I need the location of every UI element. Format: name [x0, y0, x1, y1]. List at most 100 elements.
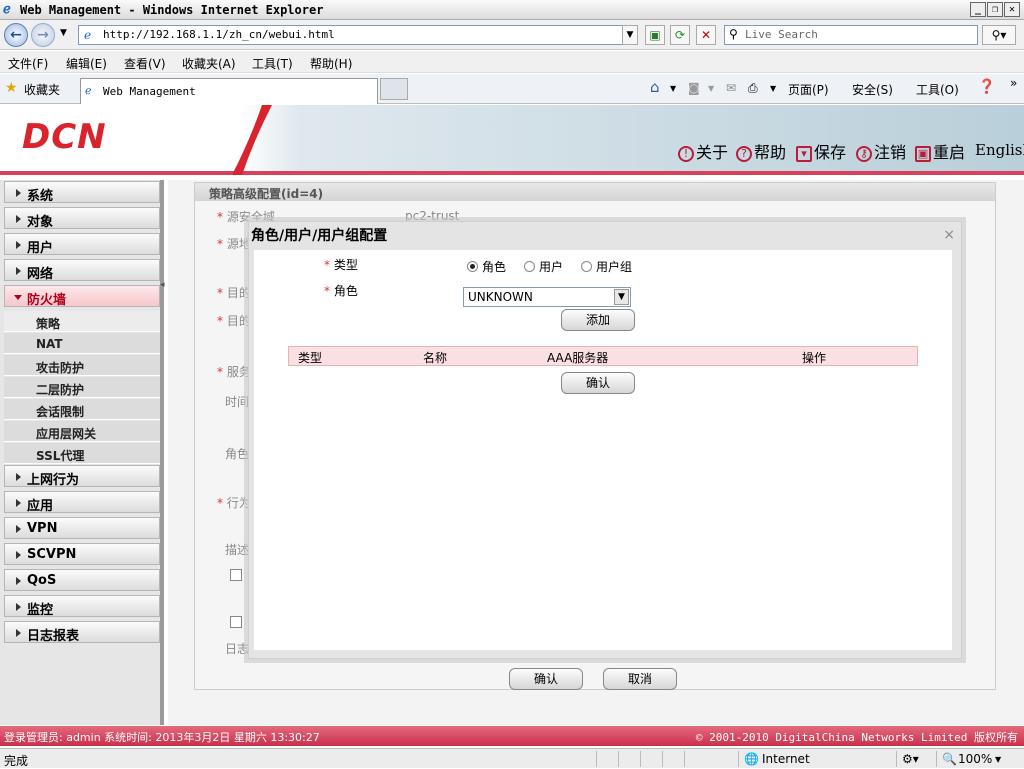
sidebar-item-system[interactable]: 系统 [4, 181, 160, 204]
header-swoosh-decoration [232, 105, 272, 175]
key-icon: ⚷ [856, 146, 872, 162]
new-tab-button[interactable] [380, 78, 408, 100]
dialog-confirm-button[interactable]: 确认 [561, 372, 635, 394]
page-menu[interactable]: 页面(P) [788, 81, 829, 98]
sidebar-item-objects[interactable]: 对象 [4, 207, 160, 230]
about-link[interactable]: ! 关于 [678, 139, 728, 163]
feeds-dropdown-icon[interactable]: ▼ [708, 84, 714, 93]
sidebar-sub-l2-defense[interactable]: 二层防护 [4, 377, 160, 398]
dst-addr-label: * 目的 [217, 314, 251, 328]
help-link[interactable]: ? 帮助 [736, 139, 786, 163]
collapse-sidebar-icon[interactable]: ◂ [160, 280, 165, 290]
favorites-label[interactable]: 收藏夹 [24, 81, 60, 98]
col-type: 类型 [298, 351, 323, 365]
col-name: 名称 [423, 351, 448, 365]
back-button[interactable]: ← [4, 23, 28, 47]
save-link[interactable]: ▾ 保存 [796, 139, 846, 163]
radio-type-user[interactable]: 用户 [524, 258, 563, 275]
minimize-button[interactable]: _ [970, 2, 986, 17]
home-dropdown-icon[interactable]: ▼ [670, 84, 676, 93]
question-icon: ? [736, 146, 752, 162]
forward-button[interactable]: → [31, 23, 55, 47]
refresh-icon[interactable]: ⟳ [670, 25, 690, 45]
app-header: DCN !关于 ?帮助 ▾保存 ⚷注销 ▣重启 English [0, 105, 1024, 175]
description-label: 描述 [225, 543, 250, 557]
help-icon[interactable]: ❓ [978, 79, 995, 95]
mail-icon[interactable]: ✉ [726, 81, 736, 95]
search-input[interactable]: Live Search [724, 25, 978, 45]
sidebar-item-application[interactable]: 应用 [4, 491, 160, 514]
radio-type-role[interactable]: 角色 [467, 258, 506, 275]
print-icon[interactable]: ⎙ [748, 81, 758, 96]
radio-unchecked-icon [581, 261, 592, 272]
logout-link[interactable]: ⚷ 注销 [856, 139, 906, 163]
sidebar-sub-alg[interactable]: 应用层网关 [4, 421, 160, 442]
ie-logo-icon: ℯ [3, 2, 11, 17]
app-footer: 登录管理员: admin 系统时间: 2013年3月2日 星期六 13:30:2… [0, 726, 1024, 746]
checkbox-2[interactable] [230, 616, 242, 628]
sidebar-item-internet-behavior[interactable]: 上网行为 [4, 465, 160, 488]
panel-confirm-button[interactable]: 确认 [509, 668, 583, 690]
radio-checked-icon [467, 261, 478, 272]
zoom-dropdown-icon[interactable]: ▼ [995, 755, 1001, 764]
sidebar-sub-session-limit[interactable]: 会话限制 [4, 399, 160, 420]
sidebar-item-scvpn[interactable]: SCVPN [4, 543, 160, 565]
sidebar-item-qos[interactable]: QoS [4, 569, 160, 591]
src-addr-label: * 源地 [217, 237, 251, 251]
role-select[interactable]: UNKNOWN ▼ [463, 287, 631, 307]
sidebar-sub-ssl-proxy[interactable]: SSL代理 [4, 443, 160, 464]
dialog-close-icon[interactable]: × [943, 227, 955, 243]
print-dropdown-icon[interactable]: ▼ [770, 84, 776, 93]
sidebar-item-firewall[interactable]: 防火墙 [4, 285, 160, 308]
page-icon: ℯ [84, 28, 92, 42]
status-text: 完成 [4, 754, 29, 768]
menu-edit[interactable]: 编辑(E) [66, 55, 107, 72]
menu-view[interactable]: 查看(V) [124, 55, 166, 72]
sidebar-item-monitor[interactable]: 监控 [4, 595, 160, 618]
menu-help[interactable]: 帮助(H) [310, 55, 352, 72]
panel-cancel-button[interactable]: 取消 [603, 668, 677, 690]
chevron-more-icon[interactable]: » [1010, 76, 1017, 90]
address-toolbar: ← → ▼ http://192.168.1.1/zh_cn/webui.htm… [0, 20, 1024, 50]
add-button[interactable]: 添加 [561, 309, 635, 331]
protected-mode-icon[interactable]: ⚙▾ [902, 752, 919, 766]
sidebar-item-vpn[interactable]: VPN [4, 517, 160, 539]
safety-menu[interactable]: 安全(S) [852, 81, 893, 98]
menu-bar: 文件(F) 编辑(E) 查看(V) 收藏夹(A) 工具(T) 帮助(H) [0, 51, 1024, 73]
restart-link[interactable]: ▣ 重启 [915, 139, 965, 163]
status-bar: 完成 🌐 Internet ⚙▾ 🔍 100% ▼ [0, 748, 1024, 768]
english-link[interactable]: English [975, 141, 1024, 159]
action-label: * 行为 [217, 496, 251, 510]
stop-icon[interactable]: ✕ [696, 25, 716, 45]
home-icon[interactable]: ⌂ [650, 78, 660, 96]
address-dropdown-button[interactable]: ▼ [622, 25, 638, 45]
sidebar-sub-policy[interactable]: 策略 [4, 311, 160, 332]
zoom-level[interactable]: 100% [958, 752, 992, 766]
address-input[interactable]: http://192.168.1.1/zh_cn/webui.html [78, 25, 638, 45]
menu-file[interactable]: 文件(F) [8, 55, 48, 72]
history-dropdown-icon[interactable]: ▼ [60, 28, 67, 38]
restore-button[interactable]: ❐ [987, 2, 1003, 17]
menu-tools[interactable]: 工具(T) [252, 55, 293, 72]
sidebar-item-logs[interactable]: 日志报表 [4, 621, 160, 644]
radio-type-usergroup[interactable]: 用户组 [581, 258, 632, 275]
sidebar-item-users[interactable]: 用户 [4, 233, 160, 256]
close-window-button[interactable]: ✕ [1004, 2, 1020, 17]
sidebar-item-network[interactable]: 网络 [4, 259, 160, 282]
menu-favorites[interactable]: 收藏夹(A) [182, 55, 236, 72]
sidebar-sub-attack-defense[interactable]: 攻击防护 [4, 355, 160, 376]
sidebar-sub-nat[interactable]: NAT [4, 333, 160, 354]
tools-menu[interactable]: 工具(O) [916, 81, 959, 98]
favorites-star-icon[interactable]: ★ [5, 80, 18, 96]
browser-tab-active[interactable]: ℯ Web Management [80, 78, 378, 104]
globe-icon: 🌐 [744, 752, 759, 766]
zoom-icon[interactable]: 🔍 [942, 752, 957, 766]
search-button[interactable]: ⚲▾ [982, 25, 1016, 45]
role-label-bg: 角色 [225, 447, 250, 461]
feeds-icon[interactable]: ◙ [688, 81, 700, 95]
dialog-title: 角色/用户/用户组配置 [251, 228, 388, 244]
chevron-down-icon[interactable]: ▼ [614, 289, 629, 305]
compat-view-icon[interactable]: ▣ [645, 25, 665, 45]
checkbox-1[interactable] [230, 569, 242, 581]
copyright: © 2001-2010 DigitalChina Networks Limite… [695, 731, 1018, 744]
